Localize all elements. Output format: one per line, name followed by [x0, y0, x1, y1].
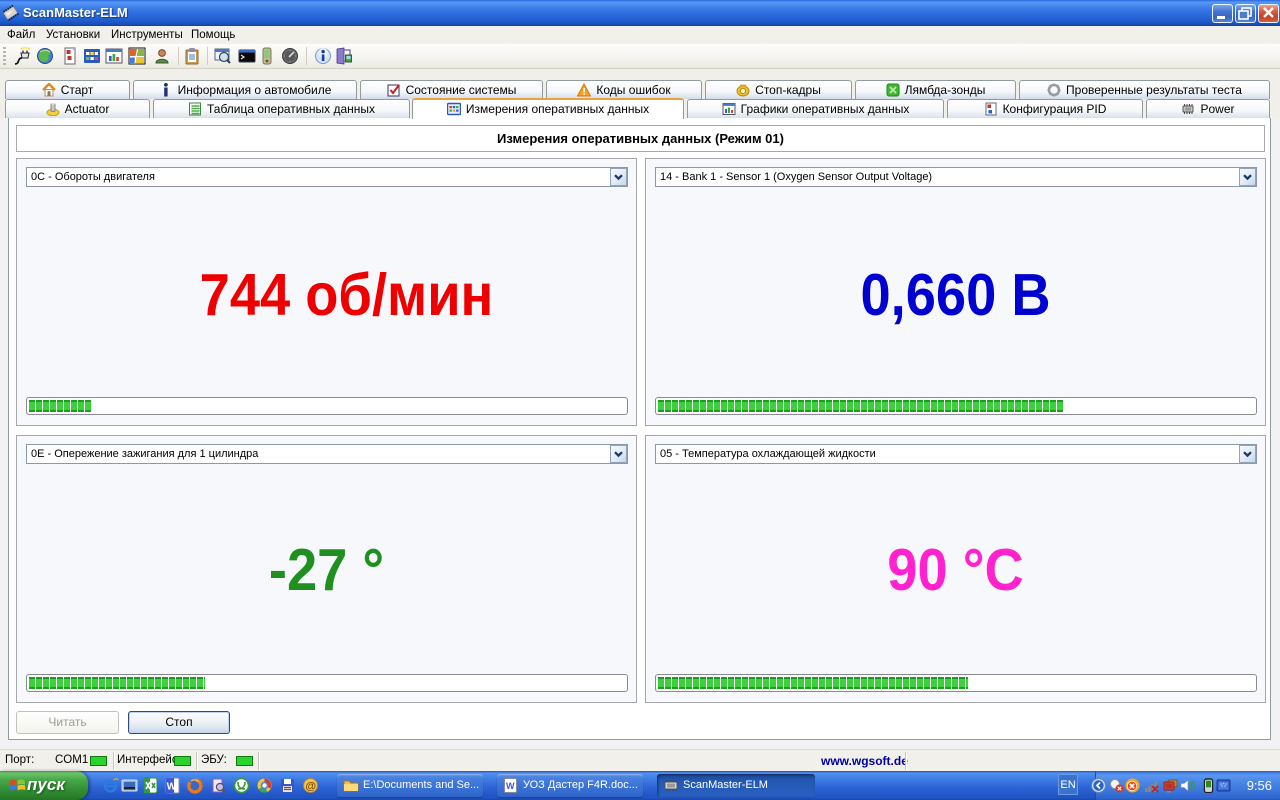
svg-text:@: @	[305, 780, 316, 792]
svg-text:W: W	[167, 782, 177, 793]
svg-text:W: W	[506, 781, 515, 791]
